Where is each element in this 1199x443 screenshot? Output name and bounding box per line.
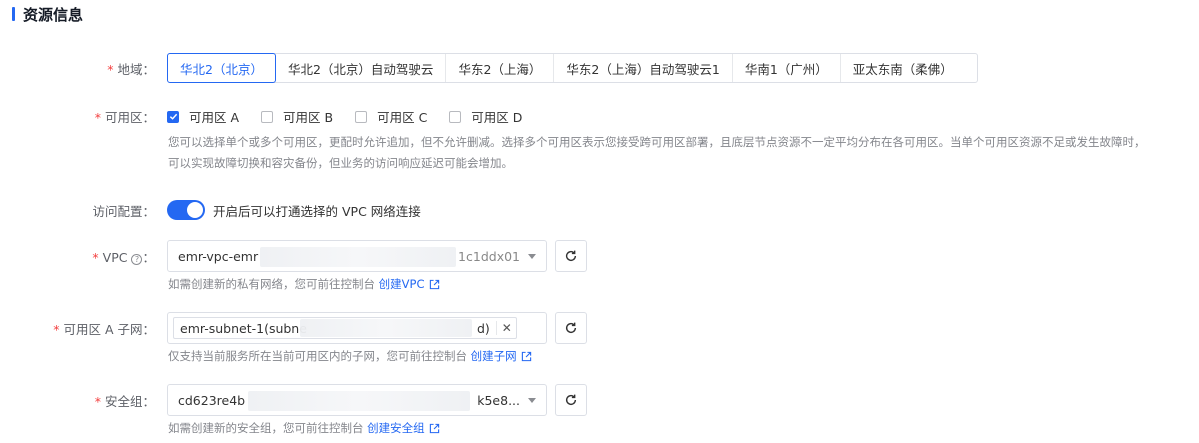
vpc-help: 如需创建新的私有网络，您可前往控制台 创建VPC xyxy=(168,274,440,295)
vpc-select[interactable]: emr-vpc-emr 1c1ddx01 xyxy=(167,240,547,272)
region-option-shanghai[interactable]: 华东2（上海） xyxy=(446,54,555,82)
refresh-icon xyxy=(565,250,577,262)
region-option-beijing[interactable]: 华北2（北京） xyxy=(167,53,276,83)
refresh-icon xyxy=(565,322,577,334)
help-question-icon[interactable]: ? xyxy=(131,253,143,265)
vpc-refresh-button[interactable] xyxy=(555,240,587,272)
security-group-row: * 安全组： cd623re4b k5e8... xyxy=(0,384,587,416)
security-group-refresh-button[interactable] xyxy=(555,384,587,416)
security-group-label: * 安全组： xyxy=(94,393,155,409)
access-toggle[interactable] xyxy=(167,200,205,220)
subnet-label: * 可用区 A 子网： xyxy=(53,321,155,337)
checkbox-icon[interactable] xyxy=(261,110,274,123)
create-security-group-link[interactable]: 创建安全组 xyxy=(367,418,440,439)
security-group-help: 如需创建新的安全组，您可前往控制台 创建安全组 xyxy=(168,418,440,439)
region-option-shanghai-autodrive[interactable]: 华东2（上海）自动驾驶云1 xyxy=(554,54,733,82)
zone-checkbox-a[interactable]: 可用区 A xyxy=(167,107,239,126)
section-header: 资源信息 xyxy=(12,4,83,24)
zone-row: * 可用区： 可用区 A 可用区 B 可用区 C 可用区 D xyxy=(0,107,544,126)
close-icon[interactable]: ✕ xyxy=(495,321,512,335)
subnet-select[interactable]: emr-subnet-1(subne d) ✕ xyxy=(167,312,547,344)
section-accent-bar xyxy=(12,7,15,21)
region-label: * 地域： xyxy=(107,61,155,77)
zone-help-line1: 您可以选择单个或多个可用区，更配时允许追加，但不允许删减。选择多个可用区表示您接… xyxy=(168,135,1146,149)
region-row: * 地域： 华北2（北京） 华北2（北京）自动驾驶云 华东2（上海） 华东2（上海… xyxy=(0,53,978,83)
zone-checkbox-c[interactable]: 可用区 C xyxy=(355,107,427,126)
external-link-icon xyxy=(429,279,439,290)
checkbox-icon[interactable] xyxy=(355,110,368,123)
zone-label: * 可用区： xyxy=(94,110,155,125)
security-group-select[interactable]: cd623re4b k5e8... xyxy=(167,384,547,416)
create-subnet-link[interactable]: 创建子网 xyxy=(471,346,532,367)
subnet-help: 仅支持当前服务所在当前可用区内的子网，您可前往控制台 创建子网 xyxy=(168,346,532,367)
toggle-knob xyxy=(187,202,203,218)
zone-help-line2: 可以实现故障切换和容灾备份，但业务的访问响应延迟可能会增加。 xyxy=(168,156,513,170)
redaction-mask xyxy=(260,247,456,267)
access-toggle-text: 开启后可以打通选择的 VPC 网络连接 xyxy=(213,203,421,219)
zone-checkbox-d[interactable]: 可用区 D xyxy=(449,107,522,126)
subnet-refresh-button[interactable] xyxy=(555,312,587,344)
zone-checkbox-b[interactable]: 可用区 B xyxy=(261,107,333,126)
access-label: 访问配置： xyxy=(92,203,155,219)
checkbox-icon[interactable] xyxy=(449,110,462,123)
access-row: 访问配置： 开启后可以打通选择的 VPC 网络连接 xyxy=(0,200,421,220)
checkbox-checked-icon[interactable] xyxy=(167,110,179,123)
section-title: 资源信息 xyxy=(23,5,84,24)
chevron-down-icon xyxy=(528,253,536,259)
redaction-mask xyxy=(248,391,470,411)
vpc-row: * VPC?： emr-vpc-emr 1c1ddx01 xyxy=(0,240,587,272)
subnet-tag: emr-subnet-1(subne d) ✕ xyxy=(173,317,517,339)
region-option-beijing-autodrive[interactable]: 华北2（北京）自动驾驶云 xyxy=(276,54,447,82)
external-link-icon xyxy=(429,423,439,434)
external-link-icon xyxy=(521,351,531,362)
zone-checkbox-group: 可用区 A 可用区 B 可用区 C 可用区 D xyxy=(167,107,544,126)
region-option-johor[interactable]: 亚太东南（柔佛） xyxy=(841,54,977,82)
refresh-icon xyxy=(565,394,577,406)
vpc-label: * VPC?： xyxy=(92,249,155,265)
create-vpc-link[interactable]: 创建VPC xyxy=(379,274,440,295)
chevron-down-icon xyxy=(528,397,536,403)
redaction-mask xyxy=(300,319,472,337)
region-selector: 华北2（北京） 华北2（北京）自动驾驶云 华东2（上海） 华东2（上海）自动驾驶… xyxy=(167,53,978,83)
region-option-guangzhou[interactable]: 华南1（广州） xyxy=(733,54,841,82)
subnet-row: * 可用区 A 子网： emr-subnet-1(subne d) ✕ xyxy=(0,312,587,344)
